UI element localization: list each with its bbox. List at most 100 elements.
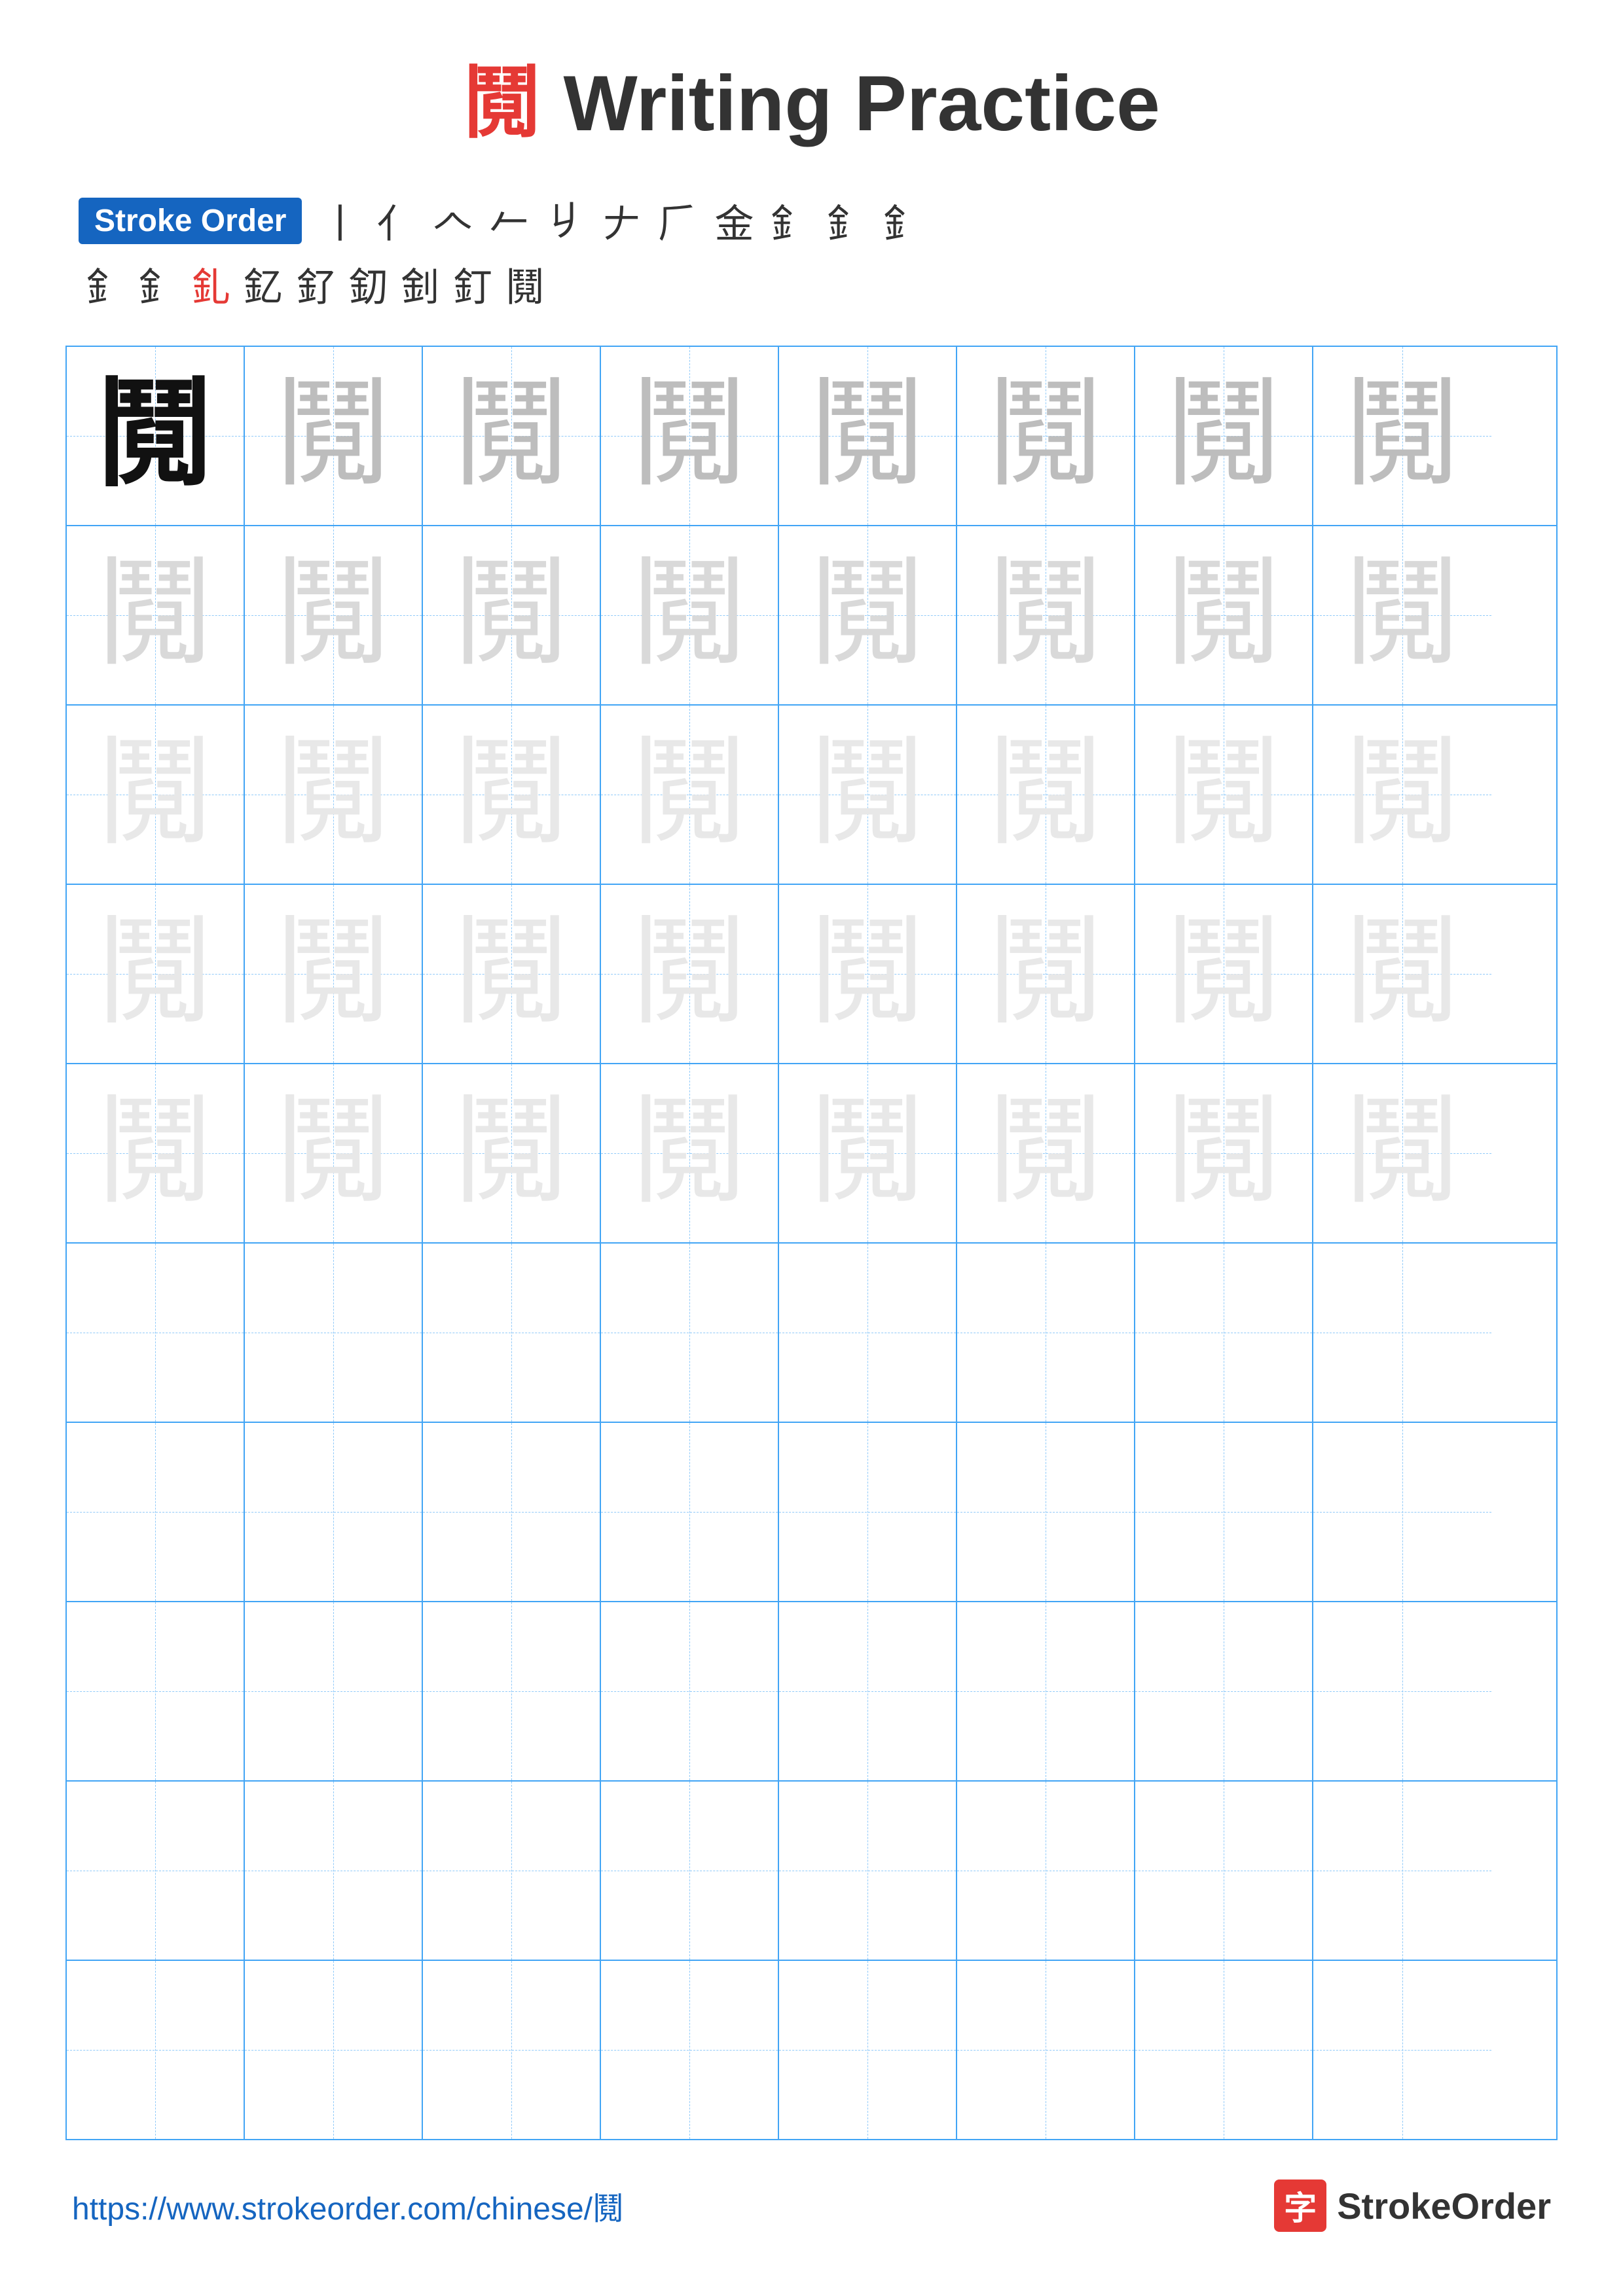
brand-icon: 字 <box>1274 2179 1326 2232</box>
footer: https://www.strokeorder.com/chinese/鬩 字 … <box>65 2179 1558 2232</box>
cell-char: 鬩 <box>987 556 1104 674</box>
grid-cell: 鬩 <box>1313 1064 1491 1242</box>
cell-char: 鬩 <box>809 556 926 674</box>
grid-cell: 鬩 <box>423 526 601 704</box>
cell-char: 鬩 <box>452 915 570 1033</box>
grid-cell <box>1313 1423 1491 1601</box>
grid-row <box>67 1961 1556 2139</box>
grid-row: 鬩鬩鬩鬩鬩鬩鬩鬩 <box>67 347 1556 526</box>
grid-row <box>67 1244 1556 1423</box>
cell-char: 鬩 <box>452 556 570 674</box>
cell-char: 鬩 <box>452 377 570 495</box>
grid-cell: 鬩 <box>67 347 245 525</box>
grid-cell <box>423 1423 601 1601</box>
cell-char: 鬩 <box>809 736 926 853</box>
grid-cell <box>779 1602 957 1780</box>
title-char: 鬩 <box>463 60 541 147</box>
grid-cell <box>957 1244 1135 1422</box>
cell-char: 鬩 <box>1343 556 1461 674</box>
grid-cell: 鬩 <box>779 706 957 884</box>
grid-cell <box>1313 1961 1491 2139</box>
cell-char: 鬩 <box>630 377 748 495</box>
cell-char: 鬩 <box>274 377 392 495</box>
grid-cell <box>779 1244 957 1422</box>
grid-cell <box>423 1602 601 1780</box>
grid-cell: 鬩 <box>245 885 423 1063</box>
grid-cell: 鬩 <box>779 526 957 704</box>
grid-cell <box>957 1423 1135 1601</box>
grid-cell <box>423 1244 601 1422</box>
grid-cell: 鬩 <box>67 885 245 1063</box>
stroke-order-badge: Stroke Order <box>79 198 302 244</box>
grid-cell <box>67 1423 245 1601</box>
cell-char: 鬩 <box>1343 736 1461 853</box>
grid-cell: 鬩 <box>957 1064 1135 1242</box>
grid-cell: 鬩 <box>1135 347 1313 525</box>
stroke-order-row1: Stroke Order 丨 亻 𠆢 𠂉 𠂈 𠂇 𠂆 金 釒 釒 釒 <box>79 192 1544 249</box>
grid-cell: 鬩 <box>957 347 1135 525</box>
grid-cell <box>779 1782 957 1960</box>
cell-char: 鬩 <box>809 915 926 1033</box>
grid-cell: 鬩 <box>1313 706 1491 884</box>
grid-row <box>67 1782 1556 1961</box>
grid-cell: 鬩 <box>601 526 779 704</box>
practice-grid: 鬩鬩鬩鬩鬩鬩鬩鬩鬩鬩鬩鬩鬩鬩鬩鬩鬩鬩鬩鬩鬩鬩鬩鬩鬩鬩鬩鬩鬩鬩鬩鬩鬩鬩鬩鬩鬩鬩鬩鬩 <box>65 346 1558 2140</box>
grid-cell <box>957 1961 1135 2139</box>
grid-cell: 鬩 <box>1135 885 1313 1063</box>
grid-cell: 鬩 <box>779 885 957 1063</box>
grid-cell: 鬩 <box>601 347 779 525</box>
page-title: 鬩 Writing Practice <box>65 39 1558 153</box>
cell-char: 鬩 <box>630 556 748 674</box>
cell-char: 鬩 <box>1165 377 1283 495</box>
grid-row <box>67 1602 1556 1782</box>
grid-cell: 鬩 <box>245 706 423 884</box>
grid-cell: 鬩 <box>957 885 1135 1063</box>
grid-cell: 鬩 <box>957 526 1135 704</box>
cell-char: 鬩 <box>96 915 214 1033</box>
grid-cell: 鬩 <box>423 347 601 525</box>
grid-cell: 鬩 <box>1135 1064 1313 1242</box>
cell-char: 鬩 <box>96 556 214 674</box>
grid-cell <box>1135 1423 1313 1601</box>
cell-char: 鬩 <box>987 915 1104 1033</box>
grid-cell <box>245 1244 423 1422</box>
cell-char: 鬩 <box>1343 377 1461 495</box>
grid-cell: 鬩 <box>245 1064 423 1242</box>
grid-cell <box>601 1602 779 1780</box>
footer-brand: 字 StrokeOrder <box>1274 2179 1551 2232</box>
grid-cell <box>245 1602 423 1780</box>
grid-row: 鬩鬩鬩鬩鬩鬩鬩鬩 <box>67 526 1556 706</box>
grid-cell: 鬩 <box>423 885 601 1063</box>
stroke-order-row2: 釒 釒 釓 釔 釕 釖 釗 釘 鬩 <box>79 256 1544 313</box>
cell-char: 鬩 <box>1343 915 1461 1033</box>
cell-char: 鬩 <box>96 377 214 495</box>
grid-cell: 鬩 <box>601 1064 779 1242</box>
grid-cell: 鬩 <box>1135 706 1313 884</box>
grid-cell <box>1135 1244 1313 1422</box>
grid-row <box>67 1423 1556 1602</box>
grid-cell <box>1313 1244 1491 1422</box>
cell-char: 鬩 <box>274 915 392 1033</box>
grid-cell: 鬩 <box>1313 885 1491 1063</box>
cell-char: 鬩 <box>987 377 1104 495</box>
grid-cell <box>1135 1782 1313 1960</box>
grid-cell: 鬩 <box>67 706 245 884</box>
grid-cell <box>601 1782 779 1960</box>
grid-cell <box>245 1961 423 2139</box>
cell-char: 鬩 <box>1165 556 1283 674</box>
grid-cell: 鬩 <box>1313 347 1491 525</box>
grid-row: 鬩鬩鬩鬩鬩鬩鬩鬩 <box>67 706 1556 885</box>
cell-char: 鬩 <box>452 736 570 853</box>
grid-cell <box>67 1244 245 1422</box>
grid-cell: 鬩 <box>779 1064 957 1242</box>
grid-row: 鬩鬩鬩鬩鬩鬩鬩鬩 <box>67 1064 1556 1244</box>
cell-char: 鬩 <box>987 736 1104 853</box>
grid-cell: 鬩 <box>1313 526 1491 704</box>
cell-char: 鬩 <box>1165 915 1283 1033</box>
cell-char: 鬩 <box>630 736 748 853</box>
grid-cell <box>423 1782 601 1960</box>
stroke-order-section: Stroke Order 丨 亻 𠆢 𠂉 𠂈 𠂇 𠂆 金 釒 釒 釒 釒 釒 釓… <box>65 192 1558 313</box>
cell-char: 鬩 <box>987 1094 1104 1212</box>
grid-cell: 鬩 <box>423 706 601 884</box>
cell-char: 鬩 <box>1165 736 1283 853</box>
